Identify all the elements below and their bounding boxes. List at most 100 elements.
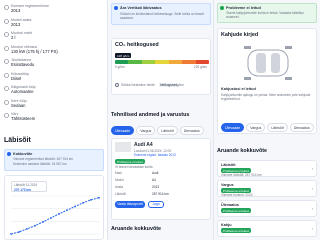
mileage-point[interactable]	[82, 202, 84, 204]
tab-0[interactable]: Ülevaade	[221, 123, 245, 132]
spec-row: Esmane registreerimine 2013	[4, 4, 104, 14]
mileage-point[interactable]	[50, 217, 52, 219]
spec-row: Kütusetüüp Diisel	[4, 72, 104, 82]
gearbox-icon	[4, 86, 9, 91]
summary-item[interactable]: Kahju Probleeme ei leitud ›	[217, 220, 317, 237]
ok-title: Probleeme ei leitud	[226, 5, 261, 10]
co2-scale	[115, 60, 209, 64]
spec-value: Sedaan	[11, 102, 26, 108]
mileage-summary-line-1: Viimane registreeritud läbisõit: 267 914…	[13, 157, 74, 161]
info-icon	[115, 83, 119, 87]
spec-row: Mootori maht 2 l	[4, 31, 104, 41]
summary-item[interactable]: Ülevaatus Probleeme ei leitud ›	[217, 200, 317, 217]
tab-2[interactable]: Läbisõit	[157, 126, 178, 135]
car-sub-2: Esimene registr. Itaalias 2013	[134, 152, 176, 157]
report-middle-panel: Ära Vertikali läbivaatus Sõiduki on kind…	[108, 0, 214, 240]
body-icon	[4, 99, 9, 105]
mileage-summary-box: Kokkuvõte Viimane registreeritud läbisõi…	[4, 149, 104, 171]
tab-3[interactable]: Ülevaatus	[289, 123, 314, 132]
damage-card: Kahjude kirjed Kahjustusi ei leitud Kahj…	[217, 28, 317, 134]
tooltip-label: Läbisõit 11.2024	[14, 183, 38, 187]
mileage-point[interactable]	[26, 228, 28, 230]
chevron-right-icon: ›	[311, 186, 313, 191]
engine-icon	[4, 32, 9, 37]
gear-icon	[4, 59, 9, 64]
table-cell-value: 267 914 km	[152, 192, 169, 196]
summary-item-title: Kahju	[221, 222, 232, 227]
tab-2[interactable]: Läbisõit	[267, 123, 288, 132]
check-icon	[220, 6, 224, 10]
mileage-summary-title: Kokkuvõte	[13, 151, 33, 156]
damage-caption: Kahjustusi ei leitud	[221, 87, 256, 91]
mileage-point[interactable]	[34, 224, 36, 227]
mileage-point[interactable]	[18, 231, 20, 233]
co2-value-marker: 128 g/km	[115, 53, 132, 58]
ok-body: Teavet kahjujuhtumite kohta ei leitud. V…	[226, 11, 304, 19]
mileage-summary-line-2: Keskmine aastane läbisõit: 34 567 km	[13, 161, 67, 166]
tab-3[interactable]: Ülevaatus	[179, 126, 204, 135]
summary-item-title: Ülevaatus	[221, 202, 239, 207]
co2-note-tag: heitkogused	[159, 82, 179, 87]
summary-item-note: Viimane läbisõit: 267 914 km	[221, 173, 262, 177]
summary-item-note: Viimane kontroll: 2024	[221, 193, 253, 197]
right-tabs: Ülevaade Vargus Läbisõit Ülevaatus	[221, 123, 314, 132]
summary-item[interactable]: Läbisõit Probleeme ei leitud Viimane läbis…	[217, 160, 317, 177]
view-report-button[interactable]: Vaata täisraportit	[115, 201, 145, 208]
mileage-point[interactable]	[10, 233, 12, 235]
chevron-right-icon: ›	[311, 226, 313, 231]
mileage-point[interactable]	[66, 209, 68, 212]
spec-value: 2013	[11, 21, 21, 27]
mileage-series-line	[10, 197, 100, 235]
status-hint: Vt teavet ülevaatuse kohta	[115, 165, 153, 169]
mileage-chart-card: Läbisõit 11.2024 270 173 km	[4, 175, 104, 240]
chart-tooltip: Läbisõit 11.2024 270 173 km	[11, 181, 47, 192]
co2-scale-segment	[128, 60, 142, 64]
fuel-icon	[4, 72, 9, 78]
spec-value: Automaatne	[11, 89, 34, 94]
mileage-point[interactable]	[74, 205, 76, 208]
summary-item-status: Probleeme ei leitud	[221, 208, 251, 213]
tab-1[interactable]: Vargus	[246, 123, 266, 132]
mileage-point[interactable]	[42, 221, 44, 223]
summary-item-title: Vargus	[221, 182, 234, 187]
chevron-right-icon: ›	[311, 166, 313, 171]
middle-tabs: Ülevaade Vargus Läbisõit Ülevaatus	[111, 126, 204, 135]
co2-scale-segment	[141, 60, 156, 64]
co2-note: Sõiduki keskmine heide: heitkogused g/km	[115, 81, 209, 91]
spec-row: Jõuülekanne Esirattavedu	[4, 58, 104, 68]
summary-item-status: Probleeme ei leitud	[221, 228, 251, 233]
spec-value: 2013	[11, 8, 21, 13]
mileage-point[interactable]	[58, 213, 60, 215]
table-cell-label: Läbisõit	[115, 192, 126, 196]
status-badge: Probleeme ei leitud	[115, 159, 145, 164]
spec-value: 130 kW (175 hj / 177 PS)	[11, 48, 58, 54]
co2-scale-segment	[168, 60, 183, 64]
spec-row: Käigukasti tüüp Automaatne	[4, 85, 104, 95]
co2-title: CO₂ heitkogused	[115, 42, 159, 48]
summary-heading-right: Aruande kokkuvõte	[217, 148, 268, 154]
share-button[interactable]: Jaga	[148, 201, 164, 208]
vehicle-details-panel: Esmane registreerimine 2013 Mudeli aasta 20…	[0, 0, 108, 240]
tab-0[interactable]: Ülevaade	[111, 126, 135, 135]
co2-note-prefix: Sõiduki keskmine heide:	[121, 83, 156, 87]
tab-1[interactable]: Vargus	[136, 126, 156, 135]
damage-title: Kahjude kirjed	[221, 32, 259, 38]
mileage-point[interactable]	[98, 196, 100, 199]
table-cell-value: Audi	[152, 171, 159, 175]
info-icon	[7, 152, 11, 156]
notice-title: Ära Vertikali läbivaatus	[120, 5, 162, 10]
spec-value: Diisel	[11, 75, 22, 81]
summary-heading-middle: Aruande kokkuvõte	[111, 226, 162, 232]
inspection-notice: Ära Vertikali läbivaatus Sõiduki on kind…	[111, 3, 211, 25]
co2-scale-segment	[195, 60, 209, 64]
damage-text: Kahjujuhtumite ajalugu on puhas. Meie an…	[221, 93, 311, 101]
table-cell-label: Mark	[115, 171, 123, 175]
summary-item-title: Läbisõit	[221, 162, 236, 167]
summary-item[interactable]: Vargus Probleeme ei leitud Viimane kontrol…	[217, 180, 317, 197]
co2-scale-segment	[182, 60, 196, 64]
mileage-point[interactable]	[90, 198, 92, 201]
info-icon	[114, 6, 118, 10]
co2-note-suffix: g/km	[177, 83, 184, 87]
vehicle-summary-card: Audi A4 Loodud 01.06.2024, 12:00 Esimene…	[111, 138, 211, 220]
co2-max: 225 g/km	[193, 65, 207, 69]
